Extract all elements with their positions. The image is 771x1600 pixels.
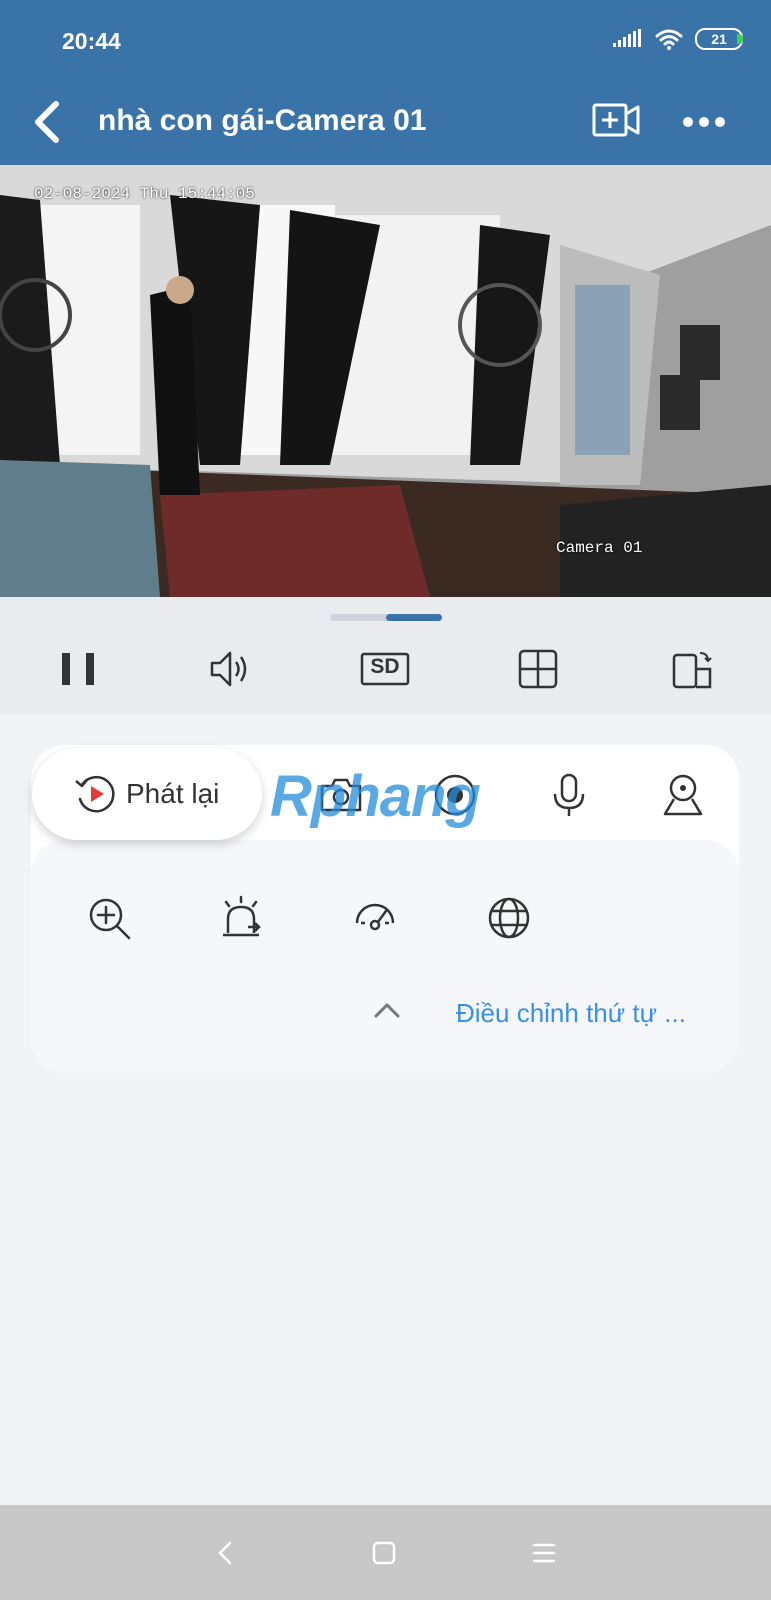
nav-home-button[interactable] xyxy=(370,1539,398,1567)
more-tools-panel xyxy=(31,840,739,1073)
pause-icon xyxy=(62,653,94,685)
pause-button[interactable] xyxy=(56,647,100,691)
alarm-icon xyxy=(223,895,261,937)
more-icon xyxy=(683,117,725,127)
nav-back-icon xyxy=(218,1541,232,1565)
quality-button[interactable]: SD xyxy=(360,647,410,691)
grid-icon xyxy=(518,649,558,689)
battery-indicator: 21 xyxy=(695,28,743,50)
more-button[interactable] xyxy=(682,112,726,132)
system-nav-bar xyxy=(0,1505,771,1600)
back-icon xyxy=(35,101,59,143)
status-icons: 21 xyxy=(613,28,743,50)
wifi-icon xyxy=(655,29,683,50)
page-title: nhà con gái-Camera 01 xyxy=(98,104,427,137)
playback-button[interactable]: Phát lại xyxy=(32,748,262,840)
signal-icon xyxy=(613,29,641,47)
microphone-button[interactable] xyxy=(546,772,592,818)
add-camera-icon xyxy=(592,103,640,137)
zoom-in-icon xyxy=(89,898,131,940)
quality-label: SD xyxy=(370,655,400,678)
speed-button[interactable] xyxy=(352,895,398,941)
playback-icon xyxy=(75,775,115,813)
globe-icon xyxy=(488,897,530,939)
drag-handle-active xyxy=(386,614,442,621)
rotate-screen-button[interactable] xyxy=(670,647,714,691)
collapse-button[interactable] xyxy=(372,1000,402,1020)
nav-menu-icon xyxy=(532,1543,556,1563)
ptz-button[interactable] xyxy=(660,772,706,818)
rotate-screen-icon xyxy=(672,652,712,689)
app-header: 20:44 21 nhà con gái-Camera 01 xyxy=(0,0,771,165)
video-scene xyxy=(0,165,771,597)
watermark: Rphang xyxy=(270,764,481,829)
camera-video-feed[interactable]: 02-08-2024 Thu 15:44:05 Camera 01 xyxy=(0,165,771,597)
zoom-button[interactable] xyxy=(86,895,132,941)
globe-button[interactable] xyxy=(486,895,532,941)
nav-back-button[interactable] xyxy=(212,1539,240,1567)
status-time: 20:44 xyxy=(62,28,121,54)
back-button[interactable] xyxy=(30,100,66,144)
chevron-up-icon xyxy=(374,1003,400,1018)
volume-button[interactable] xyxy=(208,647,252,691)
nav-menu-button[interactable] xyxy=(530,1539,558,1567)
ptz-icon xyxy=(663,774,703,816)
grid-view-button[interactable] xyxy=(516,647,560,691)
video-camera-name: Camera 01 xyxy=(556,539,643,557)
microphone-icon xyxy=(553,773,585,816)
video-timestamp: 02-08-2024 Thu 15:44:05 xyxy=(34,185,255,203)
alarm-button[interactable] xyxy=(218,895,264,941)
speed-icon xyxy=(355,903,395,931)
add-camera-button[interactable] xyxy=(592,102,640,138)
adjust-order-link[interactable]: Điều chỉnh thứ tự ... xyxy=(456,998,686,1029)
playback-label: Phát lại xyxy=(126,778,220,809)
volume-icon xyxy=(210,651,247,687)
nav-home-icon xyxy=(372,1541,396,1565)
